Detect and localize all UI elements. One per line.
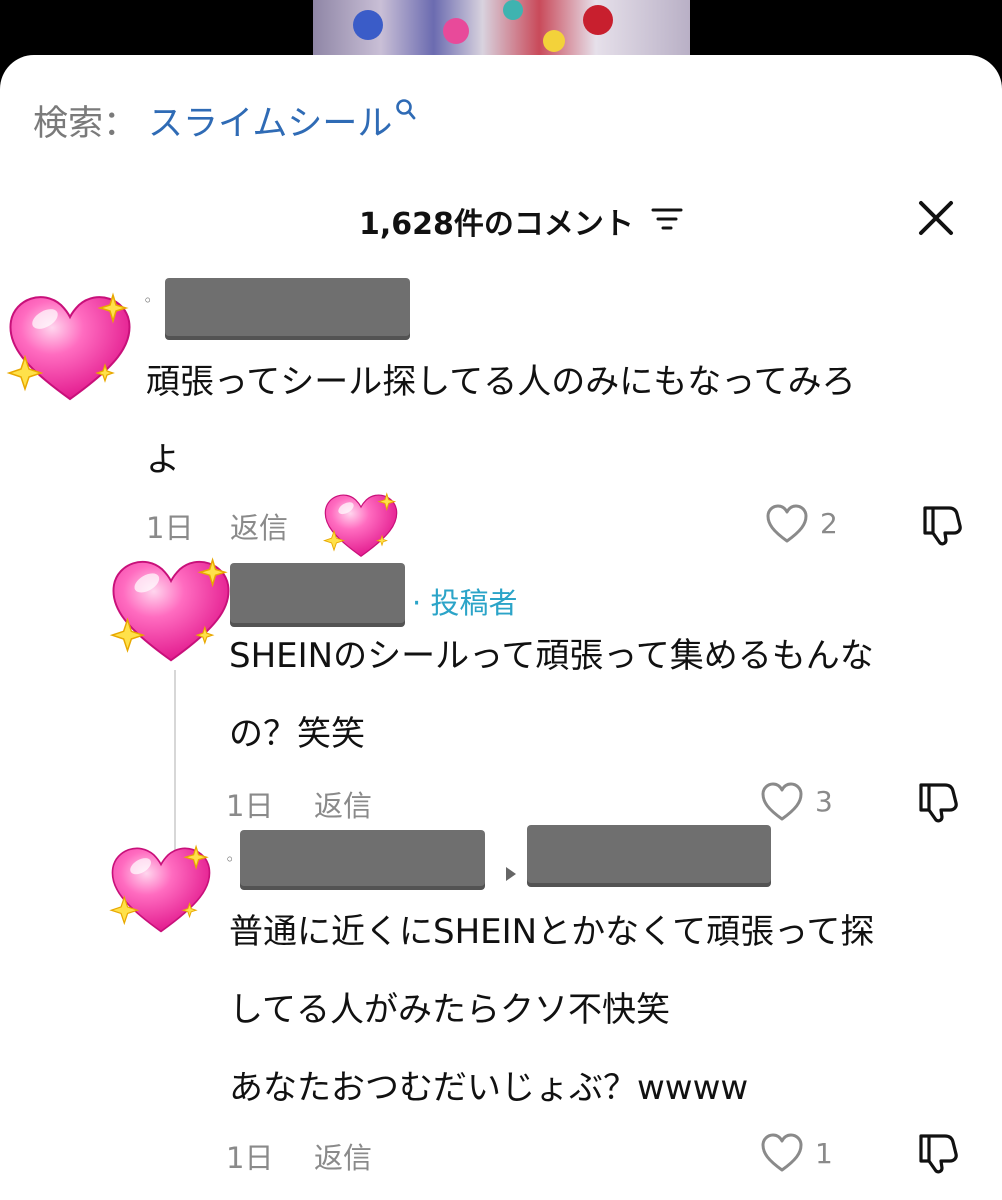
reply-arrow-icon	[506, 867, 516, 881]
author-tag-label: 投稿者	[430, 586, 518, 620]
redacted-username	[527, 825, 771, 887]
separator-dot: ◦	[143, 291, 153, 310]
comment-text: SHEINのシールって頑張って集めるもんな の？笑笑	[229, 617, 874, 773]
dislike-icon[interactable]	[915, 1130, 959, 1174]
search-label: 検索：	[33, 103, 139, 144]
avatar[interactable]	[108, 552, 234, 668]
comment-time: 1日	[226, 1141, 274, 1175]
heart-outline-icon[interactable]	[760, 782, 804, 822]
redacted-username	[165, 278, 410, 340]
comment-text-line: 普通に近くにSHEINとかなくて頑張って探	[229, 912, 875, 952]
reply-button[interactable]: 返信	[314, 1135, 372, 1177]
comment-text-line: よ	[146, 440, 180, 480]
like-count: 2	[820, 507, 838, 540]
dislike-icon[interactable]	[919, 502, 963, 546]
comment-text-line: してる人がみたらクソ不快笑	[229, 990, 670, 1030]
avatar[interactable]	[5, 287, 135, 407]
author-tag: · 投稿者	[412, 586, 518, 620]
comment-text-line: 頑張ってシール探してる人のみにもなってみろ	[146, 362, 856, 402]
search-icon	[396, 99, 416, 120]
redacted-username	[240, 830, 485, 890]
video-decoration	[583, 5, 613, 35]
close-icon[interactable]	[917, 199, 955, 237]
reply-button[interactable]: 返信	[230, 505, 288, 547]
comments-header: 1,628件のコメント	[0, 195, 1002, 242]
video-decoration	[503, 0, 523, 20]
comment-time: 1日	[146, 511, 194, 545]
separator-dot: ◦	[225, 850, 235, 869]
comment-text: 頑張ってシール探してる人のみにもなってみろ よ	[146, 343, 856, 499]
comment-text-line: SHEINのシールって頑張って集めるもんな	[229, 636, 874, 676]
video-decoration	[353, 10, 383, 40]
heart-outline-icon[interactable]	[760, 1133, 804, 1173]
search-suggestion[interactable]: 検索： スライムシール	[33, 95, 416, 145]
heart-outline-icon[interactable]	[765, 504, 809, 544]
video-decoration	[543, 30, 565, 52]
comment-text-line: の？笑笑	[229, 714, 365, 754]
comment-text: 普通に近くにSHEINとかなくて頑張って探 してる人がみたらクソ不快笑 あなたお…	[229, 893, 874, 1127]
avatar[interactable]	[322, 489, 400, 561]
search-term-link[interactable]: スライムシール	[148, 95, 392, 146]
reply-button[interactable]: 返信	[314, 783, 372, 825]
like-count: 3	[815, 785, 833, 818]
like-count: 1	[815, 1137, 833, 1170]
sort-icon[interactable]	[651, 207, 683, 231]
video-decoration	[443, 18, 469, 44]
comments-sheet: 検索： スライムシール 1,628件のコメント ◦ 頑張ってシール探してる人のみ…	[0, 55, 1002, 1200]
dislike-icon[interactable]	[915, 779, 959, 823]
comment-text-line: あなたおつむだいじょぶ？wwww	[229, 1068, 749, 1108]
comment-count: 1,628件のコメント	[359, 207, 634, 242]
comment-time: 1日	[226, 789, 274, 823]
avatar[interactable]	[108, 840, 214, 938]
